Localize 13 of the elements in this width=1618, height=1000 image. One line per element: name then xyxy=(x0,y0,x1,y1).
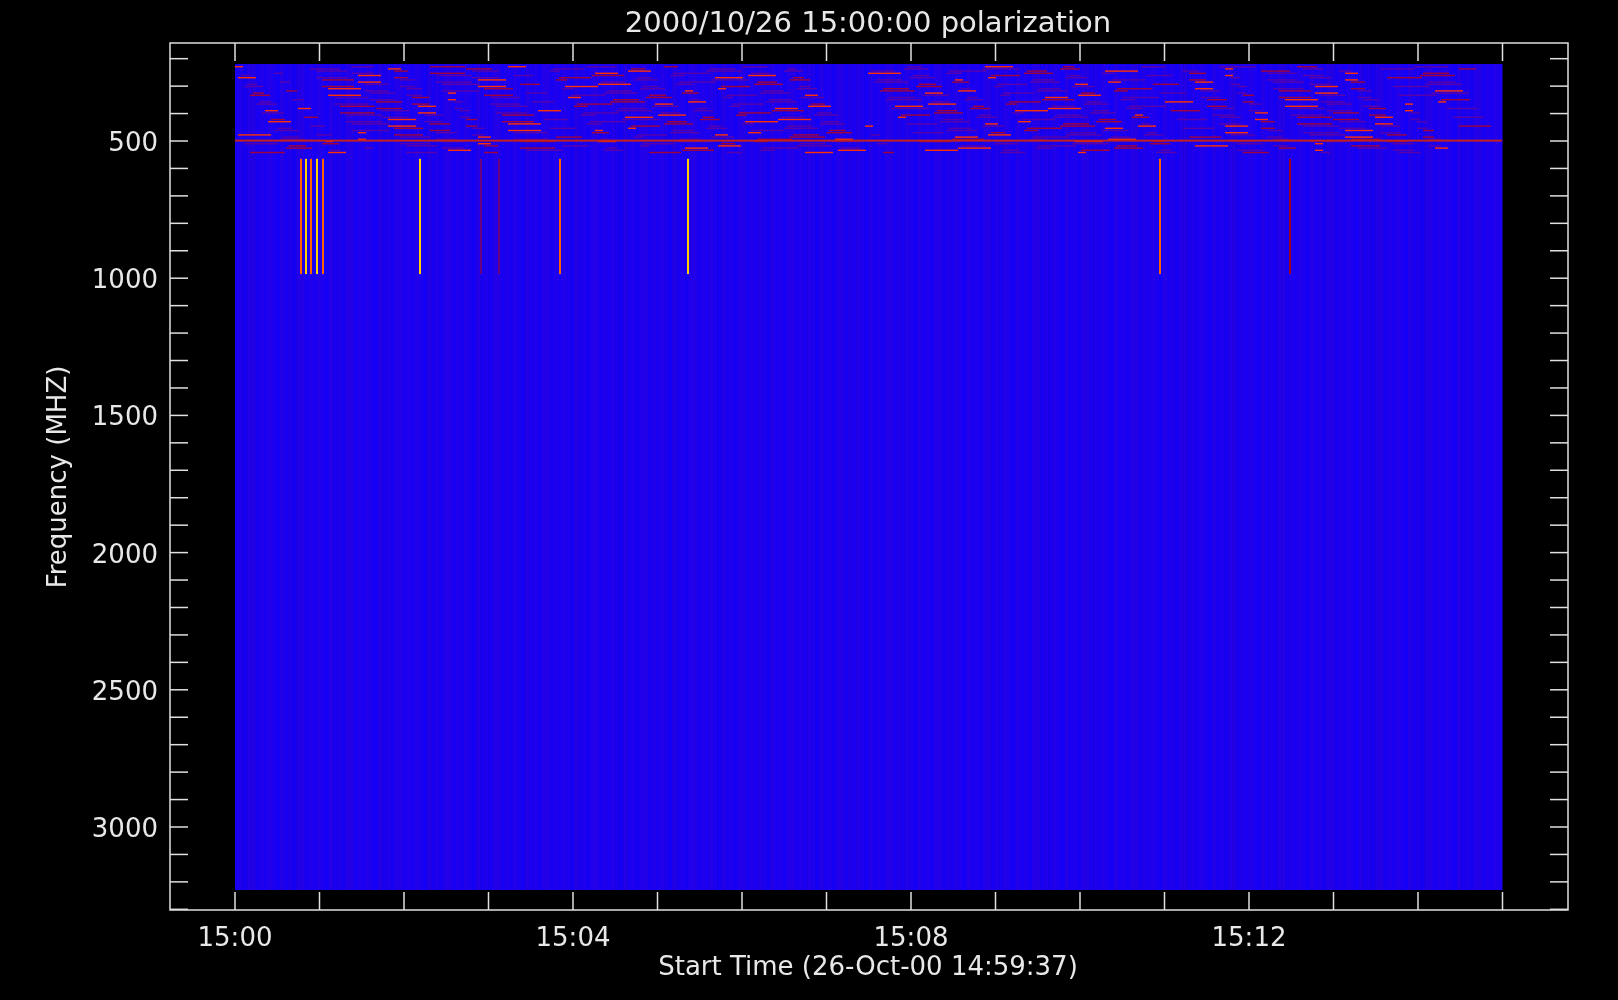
axis-tick-label: 15:12 xyxy=(1211,922,1287,952)
axis-label: Frequency (MHZ) xyxy=(42,365,72,589)
axis-tick-label: 1000 xyxy=(91,264,158,295)
axis-tick-label: 15:08 xyxy=(873,922,949,952)
chart-title: 2000/10/26 15:00:00 polarization xyxy=(624,5,1112,39)
axis-tick-label: 1500 xyxy=(91,401,158,432)
axis-tick-label: 3000 xyxy=(91,813,158,843)
axis-tick-label: 2000 xyxy=(91,538,158,569)
axis-tick-label: 500 xyxy=(108,127,158,157)
axis-tick-label: 2500 xyxy=(91,675,158,706)
axis-label: Start Time (26-Oct-00 14:59:37) xyxy=(658,951,1078,981)
axis-tick-label: 15:04 xyxy=(535,922,611,952)
axis-tick-label: 15:00 xyxy=(197,922,273,952)
